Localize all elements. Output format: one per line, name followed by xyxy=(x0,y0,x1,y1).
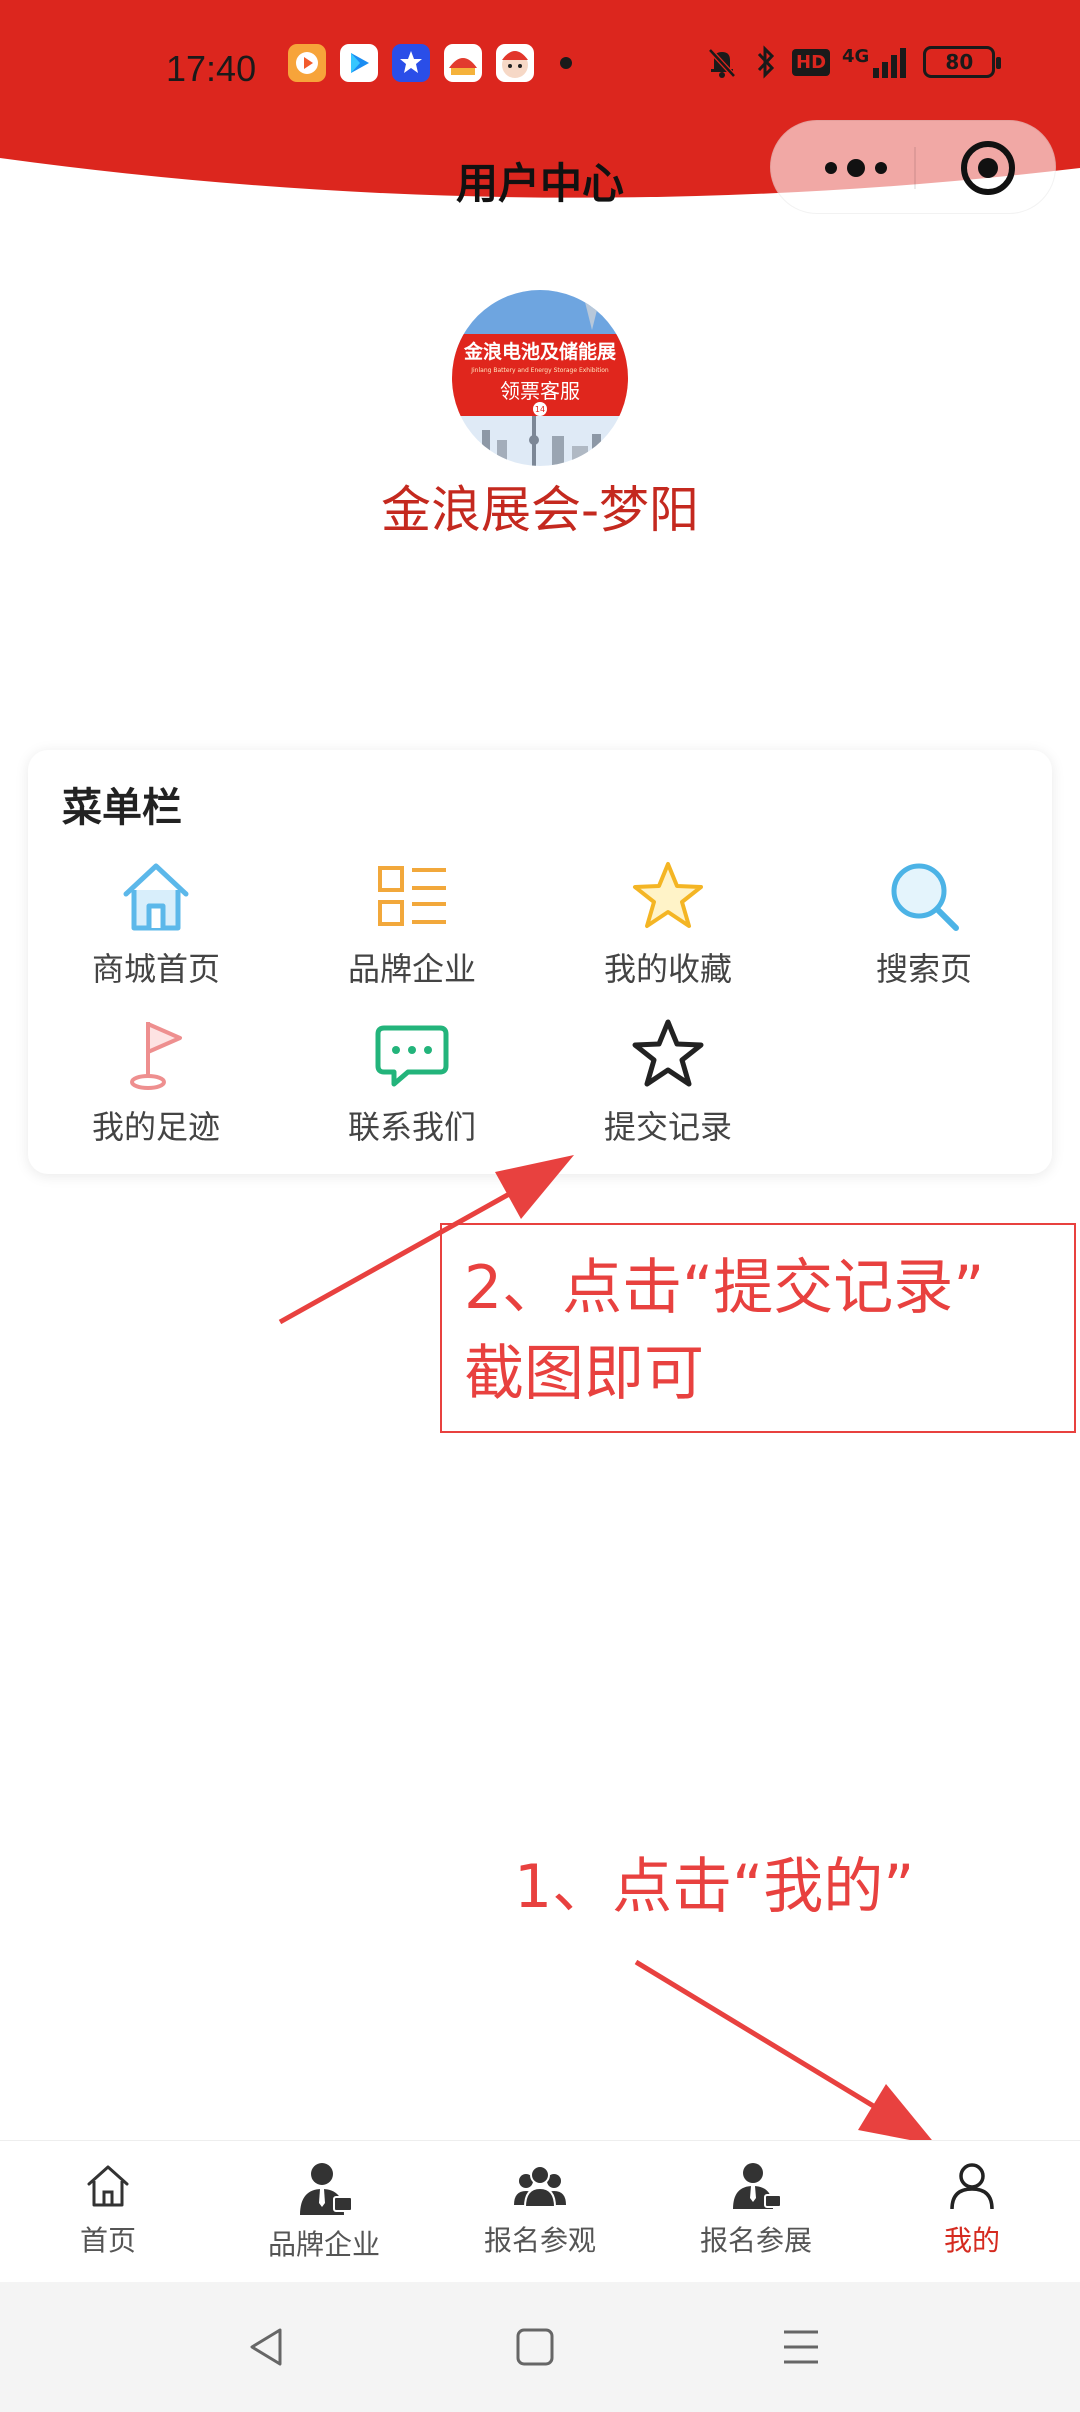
gallery-app-icon xyxy=(392,44,430,82)
tab-label: 品牌企业 xyxy=(267,2228,380,2261)
star-icon xyxy=(633,862,703,928)
tab-label: 报名参展 xyxy=(699,2224,812,2257)
system-navigation-bar xyxy=(0,2282,1080,2412)
arrow-to-my-tab xyxy=(634,1959,936,2145)
back-icon[interactable] xyxy=(232,2312,302,2382)
step1-annotation-text: 1、点击“我的” xyxy=(514,1852,915,1922)
battery-indicator: 80 xyxy=(923,46,1002,78)
home-outline-icon xyxy=(87,2165,129,2207)
avatar-banner-subtitle: Jinlang Battery and Energy Storage Exhib… xyxy=(470,367,609,374)
more-icon[interactable] xyxy=(811,152,901,184)
menu-item-contact-us[interactable]: 联系我们 xyxy=(284,1016,540,1148)
businessman-icon xyxy=(300,2163,353,2215)
menu-item-submission-records[interactable]: 提交记录 xyxy=(540,1016,796,1148)
menu-label: 商城首页 xyxy=(91,950,220,988)
capsule-divider xyxy=(914,147,916,189)
status-right-indicators: HD 4G 80 xyxy=(704,44,1002,80)
menu-item-favorites[interactable]: 我的收藏 xyxy=(540,858,796,990)
play-app-icon xyxy=(340,44,378,82)
signal-icon xyxy=(873,48,907,78)
network-type-label: 4G xyxy=(842,46,870,67)
group-icon xyxy=(514,2165,566,2208)
search-icon xyxy=(891,863,959,931)
menu-item-brand-enterprise[interactable]: 品牌企业 xyxy=(284,858,540,990)
username: 金浪展会-梦阳 xyxy=(380,481,700,539)
avatar-banner-line2: 领票客服 xyxy=(500,379,580,403)
exhibitor-icon xyxy=(733,2163,782,2209)
list-icon xyxy=(378,866,446,926)
menu-item-footprints[interactable]: 我的足迹 xyxy=(28,1016,284,1148)
video-app-icon xyxy=(288,44,326,82)
mini-program-capsule xyxy=(770,120,1056,214)
tab-label: 报名参观 xyxy=(483,2224,596,2257)
menu-label: 搜索页 xyxy=(875,950,972,988)
more-notifications-dot xyxy=(560,57,572,69)
flag-icon xyxy=(130,1022,182,1090)
avatar[interactable]: 金浪电池及储能展 Jinlang Battery and Energy Stor… xyxy=(452,290,628,466)
tab-mine[interactable]: 我的 xyxy=(864,2141,1080,2283)
step2-annotation-text: 2、点击“提交记录” 截图即可 xyxy=(464,1245,984,1417)
home-square-icon[interactable] xyxy=(500,2312,570,2382)
bank-app-icon xyxy=(444,44,482,82)
menu-label: 我的足迹 xyxy=(91,1108,220,1146)
bluetooth-icon xyxy=(757,45,775,79)
bottom-tab-bar: 首页 品牌企业 报名参观 报名参展 我的 xyxy=(0,2140,1080,2282)
hd-badge: HD xyxy=(792,48,831,76)
step2-line1: 2、点击“提交记录” xyxy=(464,1253,985,1323)
status-app-icons xyxy=(288,44,572,82)
user-icon xyxy=(950,2163,994,2210)
tab-register-visit[interactable]: 报名参观 xyxy=(432,2141,648,2283)
step2-annotation-box: 2、点击“提交记录” 截图即可 xyxy=(440,1223,1076,1433)
tab-brand-enterprise[interactable]: 品牌企业 xyxy=(216,2141,432,2283)
avatar-banner-line1: 金浪电池及储能展 xyxy=(463,340,616,363)
status-time: 17:40 xyxy=(166,48,257,89)
menu-item-search[interactable]: 搜索页 xyxy=(796,858,1052,990)
target-icon[interactable] xyxy=(961,141,1015,195)
chat-icon xyxy=(375,1025,449,1087)
network-type: 4G xyxy=(842,46,911,78)
cartoon-app-icon xyxy=(496,44,534,82)
menu-lines-icon[interactable] xyxy=(766,2312,836,2382)
home-icon xyxy=(123,863,189,931)
menu-card: 菜单栏 商城首页 品牌企业 我的收藏 搜索页 我的足迹 联系我们 提交记录 xyxy=(28,750,1052,1174)
mute-bell-icon xyxy=(708,48,736,78)
menu-label: 联系我们 xyxy=(347,1108,476,1146)
tab-label: 我的 xyxy=(943,2224,1000,2257)
tab-register-exhibit[interactable]: 报名参展 xyxy=(648,2141,864,2283)
menu-label: 品牌企业 xyxy=(347,950,476,988)
menu-label: 提交记录 xyxy=(603,1108,732,1146)
tab-home[interactable]: 首页 xyxy=(0,2141,216,2283)
menu-item-mall-home[interactable]: 商城首页 xyxy=(28,858,284,990)
menu-label: 我的收藏 xyxy=(603,950,732,988)
tab-label: 首页 xyxy=(79,2224,136,2257)
star-outline-icon xyxy=(632,1019,704,1087)
step2-line2: 截图即可 xyxy=(464,1339,704,1409)
avatar-badge: 14 xyxy=(535,405,545,414)
menu-title: 菜单栏 xyxy=(62,785,182,831)
